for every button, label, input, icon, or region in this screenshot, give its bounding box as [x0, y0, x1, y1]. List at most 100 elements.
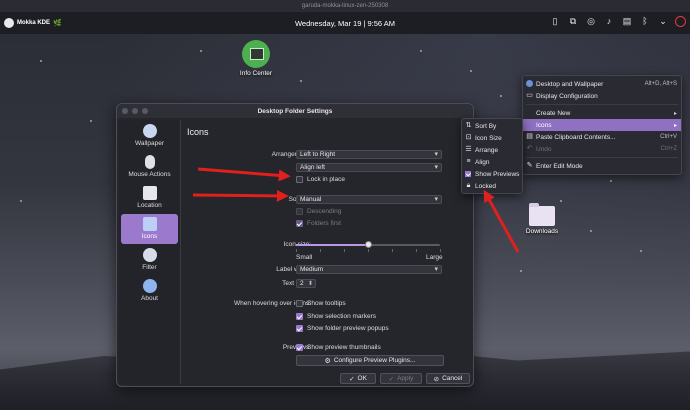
checkbox-label: Show preview thumbnails — [307, 344, 381, 351]
folder-icon — [529, 203, 555, 226]
menu-separator — [526, 157, 678, 158]
menu-item-paste[interactable]: ▤ Paste Clipboard Contents... Ctrl+V — [523, 131, 681, 143]
sidebar-item-wallpaper[interactable]: Wallpaper — [121, 121, 178, 151]
sidebar-item-label: Mouse Actions — [128, 171, 171, 178]
display-icon: ▭ — [526, 92, 533, 99]
wallpaper-icon — [526, 80, 533, 87]
icons-icon — [526, 121, 533, 128]
folders-first-checkbox[interactable]: Folders first — [296, 220, 341, 227]
slider-tick — [416, 249, 417, 252]
checkbox-label: Descending — [307, 208, 342, 215]
submenu-item-show-previews[interactable]: Show Previews — [462, 168, 522, 180]
slider-fill — [296, 244, 368, 246]
power-icon[interactable] — [675, 15, 686, 27]
sidebar-item-about[interactable]: About — [121, 276, 178, 306]
sidebar-item-filter[interactable]: Filter — [121, 245, 178, 275]
submenu-item-locked[interactable]: 🔒︎ Locked — [462, 180, 522, 192]
gear-icon: ⚙ — [324, 357, 331, 365]
sidebar-item-label: Icons — [141, 233, 158, 240]
show-tooltips-checkbox[interactable]: Show tooltips — [296, 300, 346, 307]
descending-checkbox[interactable]: Descending — [296, 208, 341, 215]
star — [520, 270, 522, 272]
menu-item-enter-edit-mode[interactable]: ✎ Enter Edit Mode — [523, 160, 681, 172]
menu-item-desktop-wallpaper[interactable]: Desktop and Wallpaper Alt+D, Alt+S — [523, 78, 681, 90]
app-launcher-label: Mokka KDE — [17, 20, 51, 26]
star — [610, 180, 612, 182]
checkbox-box — [296, 300, 303, 307]
dialog-titlebar[interactable]: Desktop Folder Settings — [117, 104, 473, 118]
filter-icon — [142, 248, 157, 262]
minimize-window-button[interactable] — [132, 108, 138, 114]
vm-window-title: garuda-mokka-linux-zen-250308 — [0, 0, 690, 12]
icons-icon — [142, 217, 157, 231]
submenu-item-align[interactable]: ≡ Align — [462, 156, 522, 168]
button-label: Configure Preview Plugins... — [333, 357, 416, 364]
menu-item-icons[interactable]: Icons ▸ — [523, 119, 681, 131]
garuda-logo-icon — [4, 18, 14, 28]
menu-item-shortcut: Alt+D, Alt+S — [644, 81, 677, 87]
star — [40, 60, 42, 62]
sidebar-item-location[interactable]: Location — [121, 183, 178, 213]
show-selection-markers-checkbox[interactable]: Show selection markers — [296, 313, 376, 320]
lock-in-place-checkbox[interactable]: Lock in place — [296, 176, 345, 183]
slider-ticks — [296, 249, 441, 253]
arrangement-select[interactable]: Left to Right — [296, 150, 442, 159]
sidebar-item-label: Location — [137, 202, 162, 209]
screenshot-icon[interactable]: ⧉ — [567, 15, 579, 27]
desktop-icon-label: Info Center — [239, 70, 273, 77]
show-folder-preview-checkbox[interactable]: Show folder preview popups — [296, 325, 389, 332]
label-width-select[interactable]: Medium — [296, 265, 442, 274]
checkbox-label: Show selection markers — [307, 313, 376, 320]
checkbox-label: Show tooltips — [307, 300, 346, 307]
desktop-icon-downloads[interactable]: Downloads — [522, 203, 562, 235]
show-preview-thumbnails-checkbox[interactable]: Show preview thumbnails — [296, 344, 381, 351]
sort-icon: ⇅ — [465, 122, 472, 129]
button-label: Cancel — [442, 375, 463, 382]
close-window-button[interactable] — [122, 108, 128, 114]
icon-size-slider[interactable] — [296, 241, 440, 248]
checkbox-box — [296, 208, 303, 215]
desktop-icon-info-center[interactable]: Info Center — [236, 40, 276, 77]
cancel-button[interactable]: ⊘ Cancel — [426, 373, 470, 384]
star — [470, 70, 472, 72]
submenu-item-icon-size[interactable]: ⊡ Icon Size — [462, 132, 522, 144]
text-lines-spinbox[interactable]: 2 — [296, 279, 316, 288]
bluetooth-icon[interactable]: ᛒ — [639, 15, 651, 27]
menu-item-label: Display Configuration — [536, 92, 598, 100]
slider-handle[interactable] — [365, 241, 372, 248]
notes-icon[interactable]: ▯ — [549, 15, 561, 27]
submenu-item-sort-by[interactable]: ⇅ Sort By — [462, 120, 522, 132]
desktop-context-menu: Desktop and Wallpaper Alt+D, Alt+S ▭ Dis… — [522, 75, 682, 175]
star — [300, 80, 302, 82]
menu-item-display-configuration[interactable]: ▭ Display Configuration — [523, 90, 681, 102]
undo-icon: ↶ — [526, 145, 533, 152]
sidebar-item-icons[interactable]: Icons — [121, 214, 178, 244]
menu-item-undo[interactable]: ↶ Undo Ctrl+Z — [523, 143, 681, 155]
submenu-arrow-icon: ▸ — [673, 110, 677, 117]
app-launcher[interactable]: Mokka KDE 🌿 — [4, 18, 62, 28]
configure-preview-plugins-button[interactable]: ⚙ Configure Preview Plugins... — [296, 355, 444, 366]
menu-item-label: Locked — [475, 182, 496, 190]
network-icon[interactable]: ▤ — [621, 15, 633, 27]
maximize-window-button[interactable] — [142, 108, 148, 114]
submenu-item-arrange[interactable]: ☰ Arrange — [462, 144, 522, 156]
mouse-icon — [144, 155, 155, 169]
align-select[interactable]: Align left — [296, 163, 442, 172]
slider-tick — [344, 249, 345, 252]
slider-tick — [320, 249, 321, 252]
leaf-icon: 🌿 — [53, 20, 62, 27]
apply-button[interactable]: ✓ Apply — [380, 373, 422, 384]
slider-tick — [296, 249, 297, 252]
menu-item-create-new[interactable]: Create New ▸ — [523, 107, 681, 119]
wallpaper-icon — [142, 124, 157, 138]
sidebar-item-mouse-actions[interactable]: Mouse Actions — [121, 152, 178, 182]
arrange-icon: ☰ — [465, 146, 472, 153]
volume-icon[interactable]: ♪ — [603, 15, 615, 27]
sorting-select[interactable]: Manual — [296, 195, 442, 204]
tray-expand-icon[interactable]: ⌄ — [657, 15, 669, 27]
ok-button[interactable]: ✓ OK — [340, 373, 376, 384]
notifications-icon[interactable]: ◎ — [585, 15, 597, 27]
create-new-icon — [526, 109, 533, 116]
checkbox-box — [296, 344, 303, 351]
page-title: Icons — [187, 127, 209, 137]
